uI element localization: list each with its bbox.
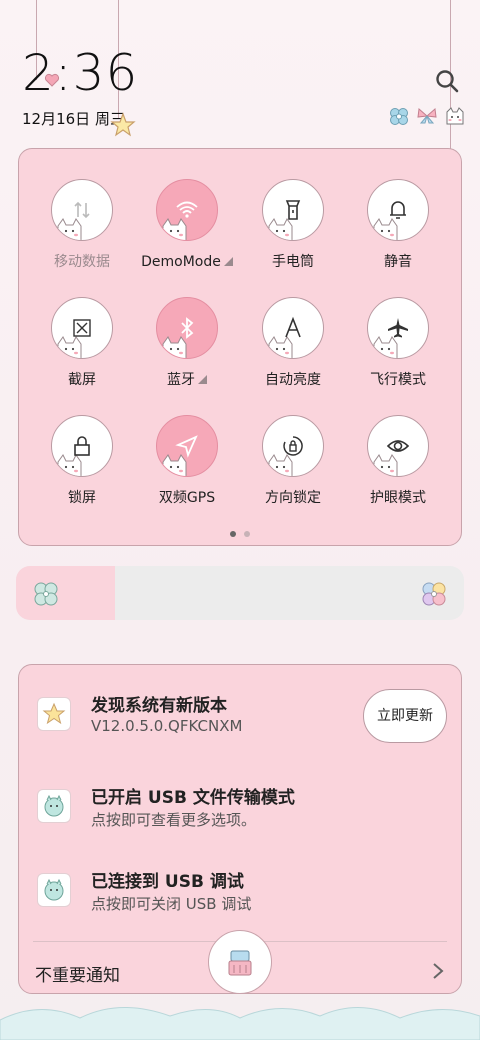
- tile-label: 截屏: [68, 372, 96, 388]
- tile-label-wrap: 蓝牙: [134, 369, 240, 389]
- tile-rotation-lock-button[interactable]: [262, 415, 324, 477]
- location-icon: [175, 435, 198, 458]
- tile-label: 双频GPS: [158, 490, 216, 506]
- tile-label: 静音: [384, 254, 412, 270]
- broom-icon: [228, 950, 252, 976]
- heart-ornament-icon: [44, 73, 60, 87]
- tile-eye-care-button[interactable]: [367, 415, 429, 477]
- unimportant-notifications-link[interactable]: 不重要通知: [35, 961, 120, 986]
- notification-subtitle: 点按即可查看更多选项。: [91, 811, 257, 829]
- search-icon[interactable]: [434, 68, 460, 94]
- wifi-icon: [176, 201, 198, 218]
- page-indicator[interactable]: [19, 531, 461, 537]
- notification-title: 已连接到 USB 调试: [91, 872, 244, 892]
- tile-flashlight[interactable]: 手电筒: [240, 179, 346, 271]
- tile-screenshot[interactable]: 截屏: [29, 297, 135, 389]
- update-now-label: 立即更新: [377, 708, 433, 724]
- tile-bluetooth-button[interactable]: [156, 297, 218, 359]
- brightness-slider[interactable]: [16, 566, 464, 620]
- bell-icon: [390, 201, 406, 219]
- auto-brightness-icon: [285, 316, 301, 338]
- clear-notifications-button[interactable]: [208, 930, 272, 994]
- tile-flashlight-button[interactable]: [262, 179, 324, 241]
- page-dot-active: [230, 531, 236, 537]
- star-ornament-icon: [110, 112, 136, 137]
- tile-bluetooth[interactable]: 蓝牙: [134, 297, 240, 389]
- tile-mobile-data[interactable]: 移动数据: [29, 179, 135, 271]
- screenshot-icon: [73, 319, 91, 337]
- eye-icon: [386, 440, 410, 452]
- flashlight-icon: [285, 200, 301, 220]
- notification-subtitle: V12.0.5.0.QFKCNXM: [91, 717, 243, 735]
- tile-eye-care[interactable]: 护眼模式: [345, 415, 451, 507]
- brightness-low-icon: [34, 582, 58, 606]
- tile-wifi-button[interactable]: [156, 179, 218, 241]
- tile-auto-brightness-button[interactable]: [262, 297, 324, 359]
- brightness-high-icon: [422, 582, 446, 606]
- tile-mute-button[interactable]: [367, 179, 429, 241]
- bluetooth-icon: [181, 317, 194, 339]
- tile-mute[interactable]: 静音: [345, 179, 451, 271]
- mobile-data-icon: [74, 201, 90, 219]
- tile-screenshot-button[interactable]: [51, 297, 113, 359]
- tile-mobile-data-button[interactable]: [51, 179, 113, 241]
- tile-label: DemoMode: [141, 254, 221, 270]
- tile-label: 护眼模式: [370, 490, 426, 506]
- tile-label: 手电筒: [272, 254, 314, 270]
- expand-menu-icon[interactable]: [198, 375, 207, 384]
- tile-auto-brightness[interactable]: 自动亮度: [240, 297, 346, 389]
- lock-icon: [74, 436, 90, 456]
- control-center-panel: 移动数据 DemoMode 手电筒 静音截屏 蓝牙 自动亮度 飞行模式锁屏 双频GPS 方向锁定…: [18, 148, 462, 546]
- tile-airplane-button[interactable]: [367, 297, 429, 359]
- update-star-icon: [37, 697, 71, 731]
- tile-lock[interactable]: 锁屏: [29, 415, 135, 507]
- flower-icon: [390, 108, 408, 125]
- expand-menu-icon[interactable]: [223, 257, 233, 266]
- tile-wifi[interactable]: DemoMode: [134, 179, 240, 270]
- chevron-right-icon[interactable]: [431, 961, 445, 981]
- usb-cat-icon: [37, 789, 71, 823]
- status-decorations: [388, 106, 466, 126]
- tile-rotation-lock[interactable]: 方向锁定: [240, 415, 346, 507]
- update-now-button[interactable]: 立即更新: [363, 689, 447, 743]
- tile-label: 自动亮度: [265, 372, 321, 388]
- airplane-icon: [388, 318, 408, 338]
- tile-label: 移动数据: [54, 254, 110, 270]
- notification-title: 已开启 USB 文件传输模式: [91, 788, 295, 808]
- tile-lock-button[interactable]: [51, 415, 113, 477]
- butterfly-icon: [417, 108, 437, 124]
- tile-airplane[interactable]: 飞行模式: [345, 297, 451, 389]
- tile-label: 方向锁定: [265, 490, 321, 506]
- cloud-decoration: [0, 1007, 480, 1040]
- brightness-fill: [16, 566, 115, 620]
- page-dot: [244, 531, 250, 537]
- tile-label: 锁屏: [68, 490, 96, 506]
- notification-subtitle: 点按即可关闭 USB 调试: [91, 895, 252, 913]
- tile-label: 蓝牙: [167, 372, 195, 388]
- notification-title: 发现系统有新版本: [91, 696, 227, 716]
- tile-gps-button[interactable]: [156, 415, 218, 477]
- cat-icon: [446, 107, 464, 125]
- tile-gps[interactable]: 双频GPS: [134, 415, 240, 507]
- tile-label-wrap: DemoMode: [134, 251, 240, 270]
- rotation-lock-icon: [283, 436, 303, 456]
- usb-cat-icon: [37, 873, 71, 907]
- clock: 2:36: [22, 44, 139, 102]
- tile-label: 飞行模式: [370, 372, 426, 388]
